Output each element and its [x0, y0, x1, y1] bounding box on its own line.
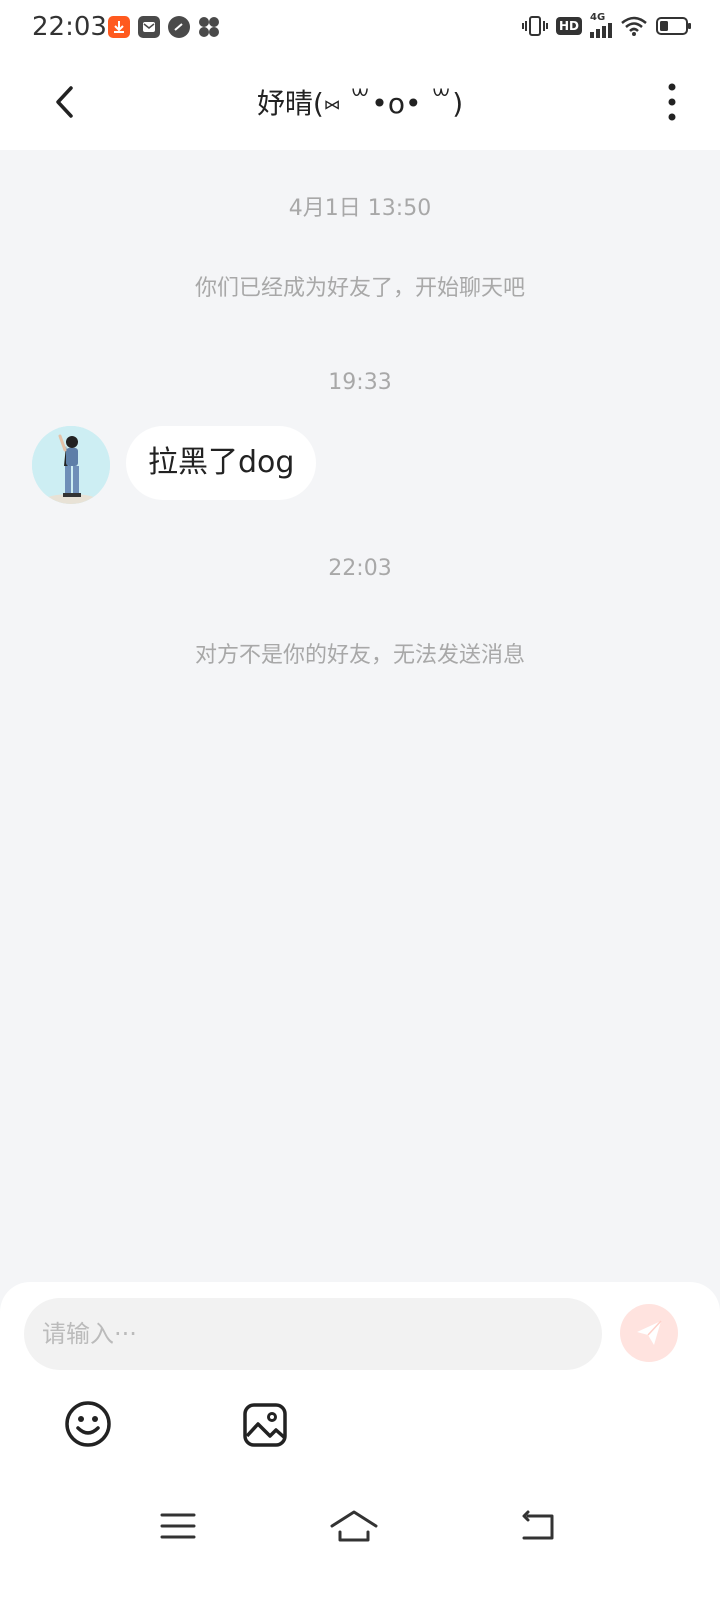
- message-timestamp: 19:33: [328, 370, 392, 395]
- menu-icon: [160, 1513, 196, 1539]
- home-icon: [330, 1510, 378, 1542]
- status-bar: 22:03 HD 4G: [0, 0, 720, 56]
- chat-header: 妤晴(⑅ ꒳•o• ꒳): [0, 56, 720, 150]
- avatar-figure-icon: [32, 426, 110, 504]
- vibrate-icon: [521, 16, 548, 36]
- chat-message-list[interactable]: 4月1日 13:50 你们已经成为好友了，开始聊天吧 19:33 拉黑了dog …: [0, 150, 720, 1282]
- send-button[interactable]: [620, 1304, 678, 1362]
- system-icons: HD 4G: [521, 12, 692, 38]
- wifi-icon: [621, 16, 647, 36]
- download-icon: [108, 16, 130, 38]
- page-title: 妤晴(⑅ ꒳•o• ꒳): [256, 87, 464, 120]
- back-button[interactable]: [44, 80, 88, 124]
- smiley-icon: [65, 1401, 111, 1447]
- hd-icon: HD: [555, 17, 582, 35]
- more-options-button[interactable]: [660, 82, 684, 122]
- paper-plane-icon: [637, 1320, 662, 1345]
- back-nav-button[interactable]: [518, 1506, 558, 1546]
- image-icon: [243, 1403, 287, 1447]
- image-picker-button[interactable]: [242, 1402, 288, 1448]
- notification-icons: [108, 16, 220, 38]
- message-timestamp: 4月1日 13:50: [288, 196, 432, 221]
- more-vertical-icon: [668, 83, 676, 121]
- system-message: 你们已经成为好友了，开始聊天吧: [194, 276, 525, 301]
- back-arrow-icon: [522, 1510, 554, 1540]
- emoji-button[interactable]: [64, 1400, 112, 1448]
- incoming-message-bubble[interactable]: 拉黑了dog: [126, 426, 317, 500]
- message-timestamp: 22:03: [328, 556, 392, 581]
- contact-avatar[interactable]: [32, 426, 110, 504]
- fan-icon: [198, 16, 220, 38]
- home-button[interactable]: [330, 1506, 378, 1546]
- message-input[interactable]: [24, 1298, 602, 1370]
- status-time: 22:03: [32, 12, 107, 42]
- speed-icon: [168, 16, 190, 38]
- system-message: 对方不是你的好友，无法发送消息: [194, 643, 525, 668]
- battery-icon: [656, 17, 691, 35]
- chevron-left-icon: [56, 86, 73, 118]
- mail-icon: [138, 16, 160, 38]
- 4g-signal-icon: 4G: [590, 12, 612, 38]
- system-navigation-bar: [0, 1480, 720, 1600]
- recent-apps-button[interactable]: [158, 1506, 198, 1546]
